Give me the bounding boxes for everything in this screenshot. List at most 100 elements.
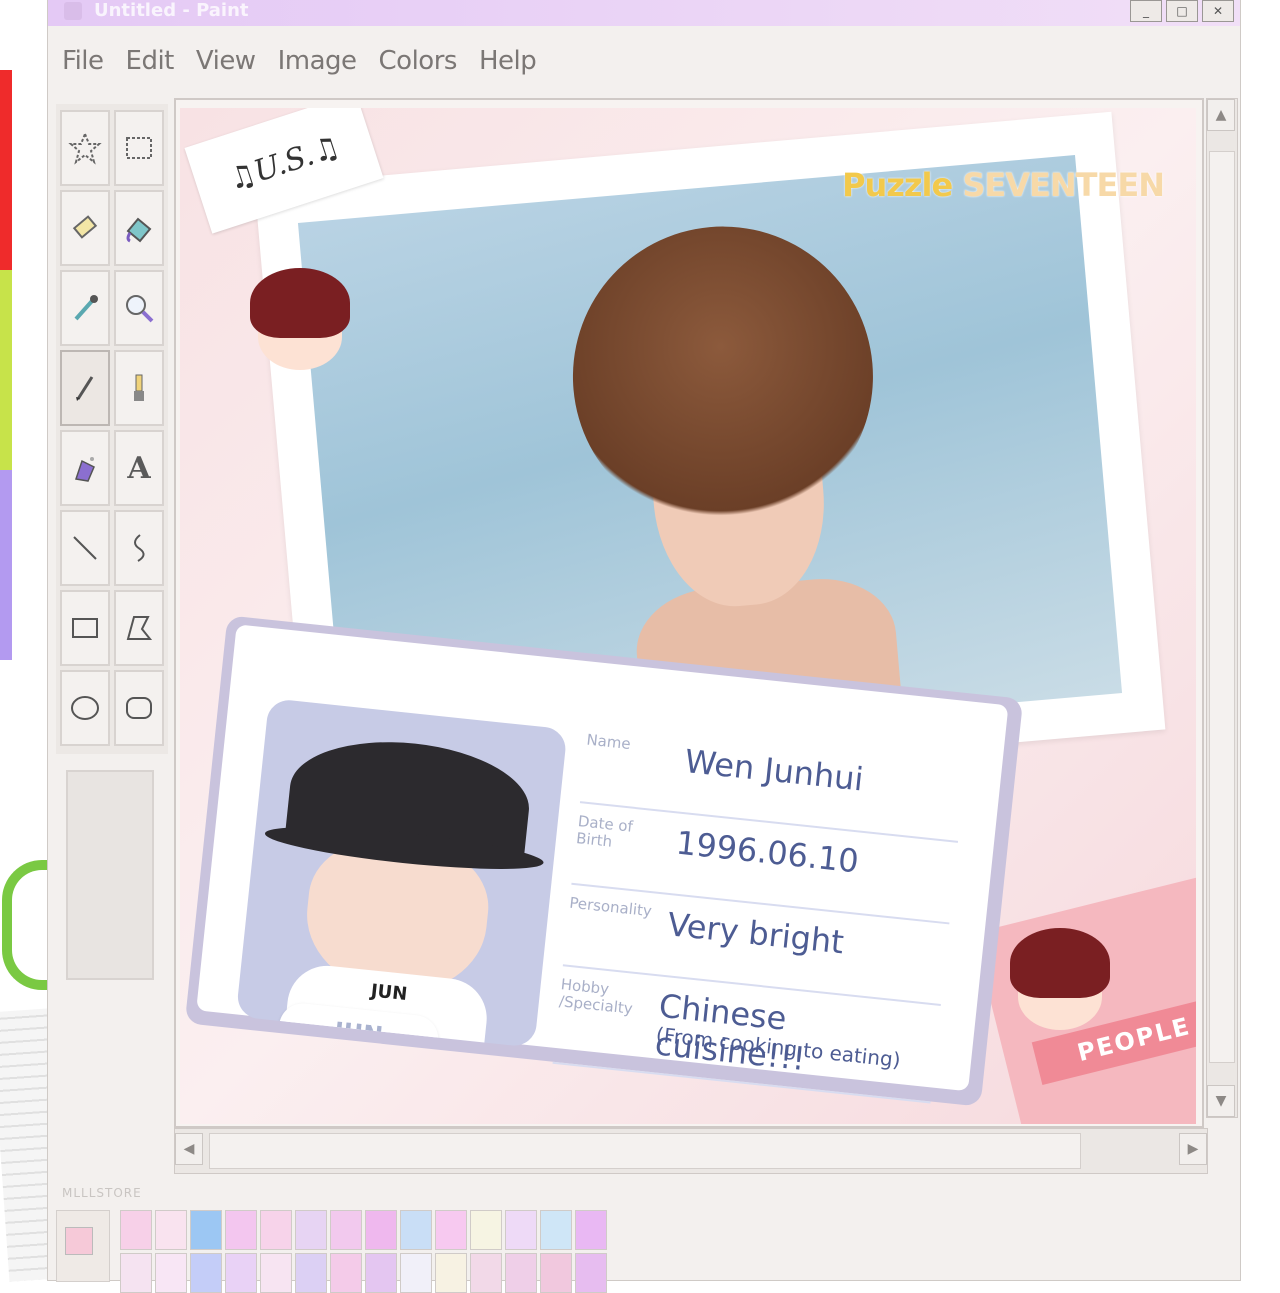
fill-bucket-icon: [126, 217, 152, 243]
eraser-tool[interactable]: [60, 190, 110, 266]
rectangle-icon: [72, 618, 98, 638]
arrow-up-icon: ▲: [1215, 107, 1227, 123]
text-tool[interactable]: A: [114, 430, 164, 506]
id-card-inner: JUN JUN Name Wen Junhui Date of Birth 19…: [196, 624, 1009, 1104]
vertical-scroll-thumb[interactable]: [1209, 151, 1235, 1063]
arrow-down-icon: ▼: [1215, 1093, 1227, 1109]
magnifier-icon: [126, 295, 154, 323]
polygon-tool[interactable]: [114, 590, 164, 666]
color-swatch[interactable]: [155, 1210, 187, 1250]
name-label: Name: [585, 730, 632, 754]
brush-tool[interactable]: [114, 350, 164, 426]
current-colors[interactable]: [56, 1210, 110, 1282]
color-swatch[interactable]: [400, 1253, 432, 1293]
maximize-button[interactable]: □: [1166, 0, 1198, 22]
fill-tool[interactable]: [114, 190, 164, 266]
ellipse-icon: [71, 696, 99, 720]
color-swatch[interactable]: [470, 1210, 502, 1250]
line-icon: [73, 536, 97, 560]
airbrush-tool[interactable]: [60, 430, 110, 506]
id-fields: Name Wen Junhui Date of Birth 1996.06.10…: [552, 721, 967, 1104]
color-swatch[interactable]: [330, 1210, 362, 1250]
sticker-text: ♫U.S.♫: [223, 128, 345, 198]
scroll-right-button[interactable]: ▶: [1179, 1133, 1207, 1165]
color-swatch[interactable]: [155, 1253, 187, 1293]
color-swatch[interactable]: [365, 1253, 397, 1293]
canvas-frame: Puzzle SEVENTEEN ♫U.S.♫ PEOPLE JUN JUN N…: [174, 98, 1204, 1128]
color-swatch[interactable]: [575, 1210, 607, 1250]
color-swatch[interactable]: [435, 1253, 467, 1293]
color-swatch[interactable]: [190, 1253, 222, 1293]
color-swatch[interactable]: [190, 1210, 222, 1250]
pencil-tool[interactable]: [60, 350, 110, 426]
color-swatch[interactable]: [470, 1253, 502, 1293]
color-swatch[interactable]: [260, 1210, 292, 1250]
horizontal-scroll-thumb[interactable]: [209, 1133, 1081, 1169]
paint-window: Untitled - Paint _ □ ✕ File Edit View Im…: [48, 0, 1240, 1293]
color-palette: [56, 1206, 656, 1293]
profile-id-card: JUN JUN Name Wen Junhui Date of Birth 19…: [184, 615, 1024, 1107]
color-swatch[interactable]: [120, 1210, 152, 1250]
color-swatch[interactable]: [540, 1253, 572, 1293]
eyedropper-icon: [74, 295, 98, 321]
color-swatch[interactable]: [225, 1210, 257, 1250]
brush-icon: [134, 374, 144, 401]
ellipse-tool[interactable]: [60, 670, 110, 746]
window-title: Untitled - Paint: [94, 0, 249, 21]
menu-view[interactable]: View: [196, 46, 256, 76]
color-swatch[interactable]: [505, 1253, 537, 1293]
foreground-color: [65, 1227, 93, 1255]
photo-hair-shape: [560, 214, 886, 540]
scroll-up-button[interactable]: ▲: [1207, 99, 1235, 131]
color-swatch[interactable]: [400, 1210, 432, 1250]
tool-options-box[interactable]: [66, 770, 154, 980]
menu-bar: File Edit View Image Colors Help: [48, 36, 1240, 86]
vertical-scrollbar[interactable]: ▲ ▼: [1206, 98, 1238, 1118]
color-swatch[interactable]: [330, 1253, 362, 1293]
menu-file[interactable]: File: [62, 46, 104, 76]
arrow-right-icon: ▶: [1187, 1141, 1199, 1157]
rounded-rect-icon: [126, 697, 152, 719]
color-swatch[interactable]: [295, 1253, 327, 1293]
paint-app-icon: [64, 2, 82, 20]
close-button[interactable]: ✕: [1202, 0, 1234, 22]
color-swatch[interactable]: [505, 1210, 537, 1250]
personality-label: Personality: [568, 893, 653, 921]
chibi-avatar: JUN JUN: [235, 698, 568, 1048]
color-swatch[interactable]: [260, 1253, 292, 1293]
toolbox: A: [56, 104, 168, 754]
menu-image[interactable]: Image: [278, 46, 357, 76]
curve-icon: [134, 534, 145, 562]
menu-colors[interactable]: Colors: [379, 46, 458, 76]
color-swatch[interactable]: [435, 1210, 467, 1250]
color-swatch[interactable]: [225, 1253, 257, 1293]
line-tool[interactable]: [60, 510, 110, 586]
free-form-select-tool[interactable]: [60, 110, 110, 186]
menu-help[interactable]: Help: [479, 46, 537, 76]
minimize-button[interactable]: _: [1130, 0, 1162, 22]
curve-tool[interactable]: [114, 510, 164, 586]
menu-edit[interactable]: Edit: [126, 46, 175, 76]
pencil-icon: [76, 376, 94, 401]
magnifier-tool[interactable]: [114, 270, 164, 346]
color-swatch[interactable]: [540, 1210, 572, 1250]
drawing-canvas[interactable]: Puzzle SEVENTEEN ♫U.S.♫ PEOPLE JUN JUN N…: [180, 108, 1196, 1124]
color-swatch[interactable]: [120, 1253, 152, 1293]
star-select-icon: [68, 131, 102, 165]
polygon-icon: [126, 616, 153, 640]
horizontal-scrollbar[interactable]: ◀ ▶: [174, 1128, 1208, 1174]
scroll-left-button[interactable]: ◀: [175, 1133, 203, 1165]
dob-value: 1996.06.10: [674, 823, 861, 881]
pick-color-tool[interactable]: [60, 270, 110, 346]
rectangle-tool[interactable]: [60, 590, 110, 666]
status-tag: MLLLSTORE: [62, 1186, 142, 1200]
chibi-head-bottom-right: [1000, 928, 1120, 1038]
scroll-down-button[interactable]: ▼: [1207, 1085, 1235, 1117]
color-swatch[interactable]: [365, 1210, 397, 1250]
puzzle-seventeen-logo: Puzzle SEVENTEEN: [842, 166, 1165, 204]
dob-label: Date of Birth: [575, 812, 634, 851]
rect-select-tool[interactable]: [114, 110, 164, 186]
color-swatch[interactable]: [295, 1210, 327, 1250]
color-swatch[interactable]: [575, 1253, 607, 1293]
rounded-rectangle-tool[interactable]: [114, 670, 164, 746]
